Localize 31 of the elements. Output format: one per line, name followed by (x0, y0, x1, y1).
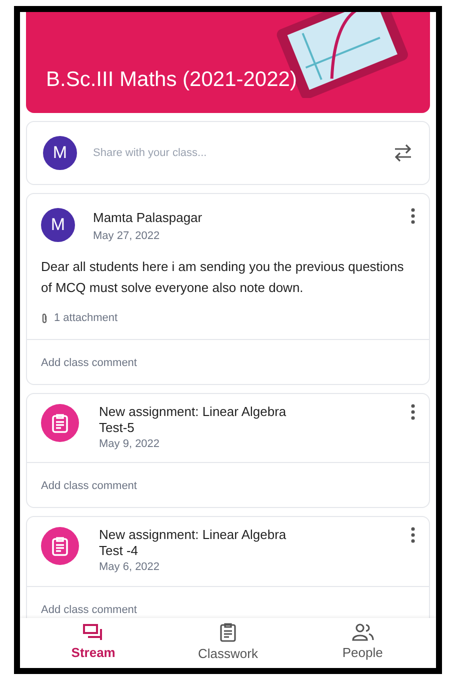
nav-tab[interactable]: Stream (38, 623, 148, 663)
more-options-icon[interactable] (411, 208, 415, 224)
nav-tab[interactable]: People (308, 623, 418, 663)
people-icon (352, 623, 374, 642)
assignment-title: New assignment: Linear Algebra Test-5 (99, 404, 288, 436)
share-card[interactable]: M Share with your class... (26, 121, 430, 185)
author-name: Mamta Palaspagar (93, 209, 204, 227)
announcement-card[interactable]: M Mamta Palaspagar May 27, 2022 Dear all students here i am sending you the previous questions of MCQ must solve everyone also note down. 1 attachment Add class comment (26, 193, 430, 384)
assignment-card[interactable]: New assignment: Linear Algebra Test-5 May 9, 2022 Add class comment (26, 392, 430, 508)
clipboard-icon (218, 622, 237, 642)
assignment-icon (41, 527, 79, 565)
post-body: Dear all students here i am sending you the previous questions of MCQ must solve everyone also note down. (40, 258, 405, 297)
add-comment-field[interactable]: Add class comment (41, 480, 137, 492)
nav-tab[interactable]: Classwork (172, 622, 283, 664)
attachment-count[interactable]: 1 attachment (54, 310, 118, 326)
avatar: M (43, 136, 77, 170)
post-date: May 9, 2022 (99, 436, 161, 452)
add-comment-field[interactable]: Add class comment (41, 356, 137, 368)
avatar: M (41, 208, 75, 242)
more-options-icon[interactable] (411, 527, 415, 543)
chat-bubbles-icon (82, 623, 104, 642)
paperclip-icon (41, 312, 48, 324)
repost-icon[interactable] (393, 144, 413, 162)
post-date: May 6, 2022 (99, 560, 161, 575)
class-title: B.Sc.III Maths (2021-2022) (46, 67, 297, 93)
more-options-icon[interactable] (411, 404, 415, 420)
post-date: May 27, 2022 (93, 228, 161, 244)
assignment-icon (41, 404, 79, 442)
share-placeholder: Share with your class... (93, 146, 208, 161)
assignment-title: New assignment: Linear Algebra Test -4 (99, 527, 288, 559)
add-comment-field[interactable]: Add class comment (41, 604, 137, 616)
